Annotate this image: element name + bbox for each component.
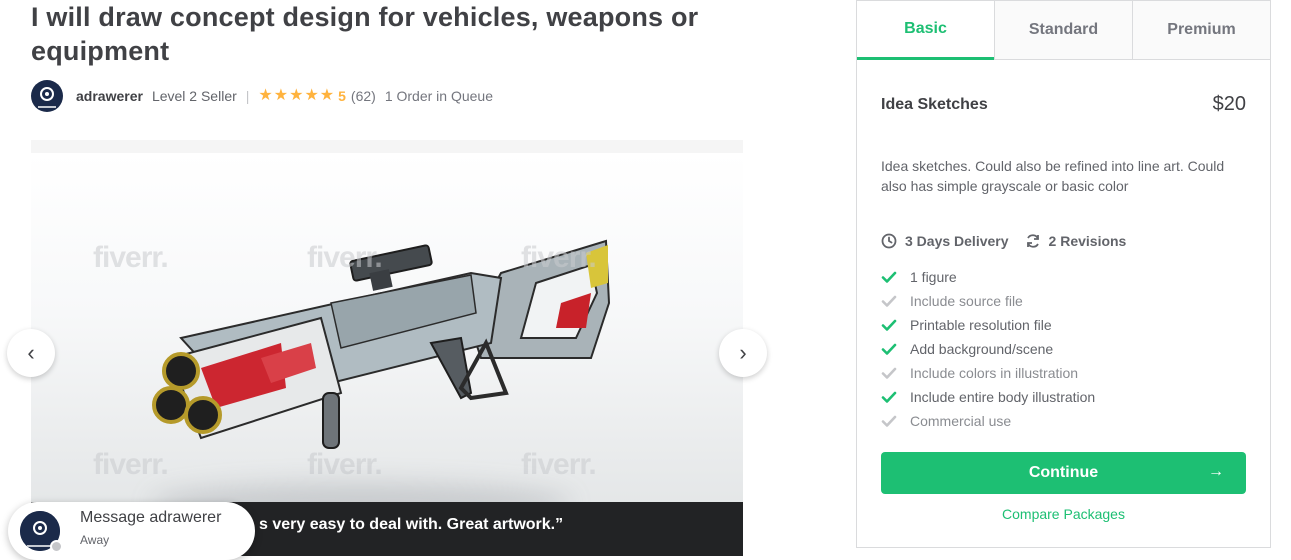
rating-stars[interactable]: ★ ★ ★ ★ ★: [258, 88, 334, 104]
tab-standard[interactable]: Standard: [994, 1, 1132, 59]
chevron-left-icon: ‹: [27, 340, 35, 365]
revisions: 2 Revisions: [1048, 233, 1127, 249]
gallery-next-button[interactable]: ›: [719, 329, 767, 377]
status-dot: [50, 540, 63, 553]
feature-item: Include colors in illustration: [881, 361, 1095, 385]
check-icon: [881, 343, 897, 355]
message-seller-bubble[interactable]: Message adrawerer Away: [8, 502, 255, 560]
seller-avatar: [20, 511, 63, 553]
compare-packages-link[interactable]: Compare Packages: [857, 506, 1270, 522]
star-icon: ★: [319, 87, 335, 104]
package-name: Idea Sketches: [881, 95, 988, 113]
check-icon: [881, 415, 897, 427]
feature-label: 1 figure: [910, 269, 957, 285]
orders-in-queue: 1 Order in Queue: [384, 88, 493, 104]
feature-label: Printable resolution file: [910, 317, 1052, 333]
feature-item: Add background/scene: [881, 337, 1095, 361]
seller-avatar[interactable]: [31, 80, 63, 112]
feature-item: Include entire body illustration: [881, 385, 1095, 409]
tab-basic[interactable]: Basic: [857, 1, 994, 60]
review-count[interactable]: (62): [351, 88, 376, 104]
feature-label: Add background/scene: [910, 341, 1054, 357]
seller-level: Level 2 Seller: [151, 88, 237, 104]
watermark: fiverr.: [307, 241, 383, 274]
gig-title: I will draw concept design for vehicles,…: [31, 2, 699, 66]
gallery-prev-button[interactable]: ‹: [7, 329, 55, 377]
watermark: fiverr.: [93, 448, 169, 481]
check-icon: [881, 271, 897, 283]
feature-label: Include source file: [910, 293, 1023, 309]
gallery-image: fiverr. fiverr. fiverr. fiverr. fiverr. …: [31, 153, 743, 556]
watermark: fiverr.: [93, 241, 169, 274]
watermark: fiverr.: [521, 241, 597, 274]
package-price: $20: [1212, 93, 1246, 115]
feature-item: 1 figure: [881, 265, 1095, 289]
feature-label: Include entire body illustration: [910, 389, 1096, 405]
watermark: fiverr.: [307, 448, 383, 481]
delivery-info: 3 Days Delivery 2 Revisions: [881, 233, 1142, 249]
feature-list: 1 figure Include source file Printable res…: [881, 265, 1095, 433]
message-title: Message adrawerer: [80, 509, 222, 526]
feature-label: Include colors in illustration: [910, 365, 1079, 381]
rating-score: 5: [338, 88, 346, 104]
feature-item: Printable resolution file: [881, 313, 1095, 337]
check-icon: [881, 295, 897, 307]
feature-label: Commercial use: [910, 413, 1012, 429]
seller-overview: adrawerer Level 2 Seller | ★ ★ ★ ★ ★ 5 (…: [31, 80, 493, 112]
chevron-right-icon: ›: [739, 340, 747, 365]
check-icon: [881, 319, 897, 331]
star-icon: ★: [289, 87, 304, 104]
divider: |: [245, 88, 250, 104]
check-icon: [881, 367, 897, 379]
clock-icon: [881, 233, 897, 249]
check-icon: [881, 391, 897, 403]
star-icon: ★: [273, 87, 289, 104]
watermark: fiverr.: [521, 448, 597, 481]
feature-item: Commercial use: [881, 409, 1095, 433]
gig-gallery[interactable]: fiverr. fiverr. fiverr. fiverr. fiverr. …: [31, 140, 743, 556]
package-panel: Basic Standard Premium Idea Sketches $20…: [856, 0, 1271, 548]
refresh-icon: [1026, 234, 1039, 248]
package-tabs: Basic Standard Premium: [857, 1, 1270, 60]
seller-name-link[interactable]: adrawerer: [76, 88, 143, 104]
star-icon: ★: [258, 87, 273, 104]
continue-label: Continue: [1028, 464, 1099, 481]
tab-premium[interactable]: Premium: [1132, 1, 1270, 59]
package-description: Idea sketches. Could also be refined int…: [881, 158, 1225, 194]
arrow-right-icon: →: [1208, 463, 1224, 480]
delivery-time: 3 Days Delivery: [905, 233, 1009, 249]
seller-status: Away: [80, 533, 110, 547]
feature-item: Include source file: [881, 289, 1095, 313]
star-icon: ★: [304, 87, 319, 104]
continue-button[interactable]: Continue →: [881, 452, 1246, 494]
